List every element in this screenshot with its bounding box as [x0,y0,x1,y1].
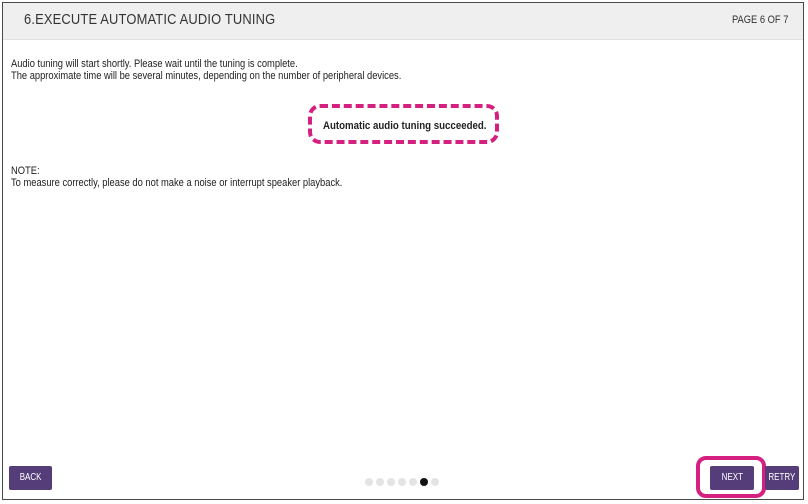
pagination-dot [387,478,395,486]
page-indicator: PAGE 6 OF 7 [731,14,788,26]
page-title: 6.EXECUTE AUTOMATIC AUDIO TUNING [24,11,276,28]
back-button-label: BACK [19,472,42,483]
status-highlight-box: Automatic audio tuning succeeded. [308,104,499,144]
pagination-dots [365,477,439,487]
pagination-dot-active [420,478,428,486]
wizard-window: 6.EXECUTE AUTOMATIC AUDIO TUNING PAGE 6 … [2,2,804,500]
status-message: Automatic audio tuning succeeded. [322,120,487,132]
next-button-label: NEXT [721,472,743,483]
pagination-dot [376,478,384,486]
pagination-dot [398,478,406,486]
intro-text: Audio tuning will start shortly. Please … [11,58,401,82]
note-text: To measure correctly, please do not make… [11,177,343,189]
pagination-dot [431,478,439,486]
pagination-dot [365,478,373,486]
pagination-dot [409,478,417,486]
next-button[interactable]: NEXT [710,466,754,490]
note-label: NOTE: [11,165,40,177]
back-button[interactable]: BACK [9,466,52,490]
retry-button-label: RETRY [768,472,796,483]
note-section: NOTE: To measure correctly, please do no… [11,165,342,189]
intro-line-2: The approximate time will be several min… [11,70,402,82]
header-bar: 6.EXECUTE AUTOMATIC AUDIO TUNING PAGE 6 … [3,3,803,40]
retry-button[interactable]: RETRY [765,466,799,490]
intro-line-1: Audio tuning will start shortly. Please … [11,58,298,70]
